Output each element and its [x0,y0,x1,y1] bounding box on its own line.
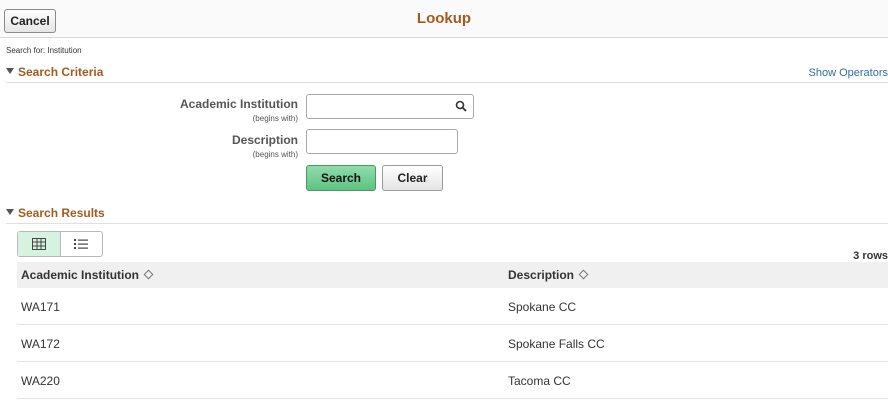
column-header-institution[interactable]: Academic Institution [21,268,154,282]
search-button[interactable]: Search [306,165,376,191]
description-cell: Tacoma CC [508,374,571,388]
row-count: 3 rows [853,250,888,262]
description-input[interactable] [306,129,458,154]
section-divider [6,223,888,224]
grid-header: Academic Institution Description [17,262,888,288]
sort-icon [578,269,589,280]
academic-institution-label: Academic Institution (begins with) [179,97,298,123]
list-icon [74,239,89,249]
grid-icon [31,238,46,250]
search-criteria-heading: Search Criteria [18,65,104,79]
view-toggle [17,231,103,257]
institution-cell: WA171 [21,300,60,314]
institution-cell: WA172 [21,337,60,351]
column-header-description[interactable]: Description [508,268,589,282]
table-row[interactable]: WA172 Spokane Falls CC [17,325,888,362]
description-label: Description (begins with) [231,133,298,159]
list-view-button[interactable] [61,232,103,256]
collapse-arrow-icon [6,209,14,215]
sort-icon [143,269,154,280]
search-icon[interactable] [455,100,467,112]
search-results-toggle[interactable]: Search Results [6,206,105,220]
show-operators-link[interactable]: Show Operators [809,67,888,79]
description-cell: Spokane CC [508,300,577,314]
institution-cell: WA220 [21,374,60,388]
section-divider [6,82,888,83]
clear-button[interactable]: Clear [382,165,443,191]
collapse-arrow-icon [6,68,14,74]
results-grid: Academic Institution Description WA171 S… [17,262,888,399]
lookup-header: Cancel Lookup [0,0,888,38]
grid-view-button[interactable] [18,232,61,256]
table-row[interactable]: WA220 Tacoma CC [17,362,888,399]
description-cell: Spokane Falls CC [508,337,605,351]
search-results-heading: Search Results [18,206,105,220]
search-for-label: Search for: Institution [6,46,82,55]
page-title: Lookup [416,10,472,27]
table-row[interactable]: WA171 Spokane CC [17,288,888,325]
academic-institution-input[interactable] [306,94,474,119]
search-criteria-toggle[interactable]: Search Criteria [6,65,103,79]
